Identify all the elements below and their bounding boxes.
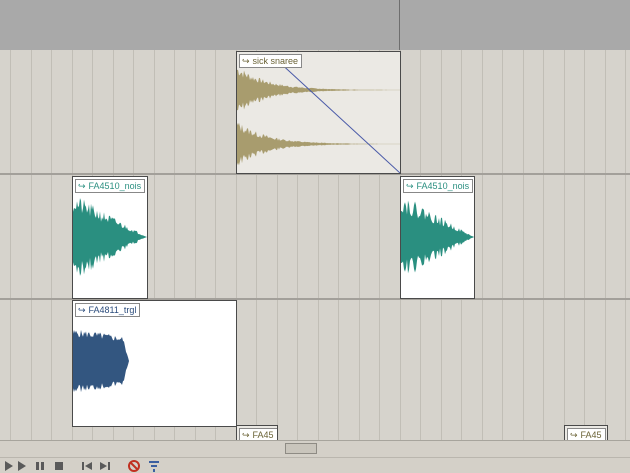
scrollbar-thumb[interactable] [285, 443, 317, 454]
bar-marker [399, 0, 400, 50]
audio-clip-trgl[interactable]: ↪ FA4811_trgl [72, 300, 237, 427]
grid-line [10, 50, 11, 440]
grid-line [482, 50, 483, 440]
forward-end-icon [100, 462, 110, 470]
loop-arrow-icon: ↪ [570, 430, 578, 440]
grid-line [605, 50, 606, 440]
horizontal-scrollbar[interactable] [0, 440, 630, 457]
pause-button[interactable] [33, 459, 47, 473]
timeline-ruler[interactable] [0, 0, 630, 51]
stop-button[interactable] [52, 459, 66, 473]
waveform [73, 198, 147, 276]
clip-name: ↪ FA4510_nois [75, 179, 146, 193]
rewind-to-start-button[interactable] [80, 459, 94, 473]
grid-line [564, 50, 565, 440]
record-button[interactable] [127, 459, 141, 473]
loop-arrow-icon: ↪ [242, 430, 250, 440]
play-icon [18, 461, 26, 471]
loop-arrow-icon: ↪ [78, 181, 86, 191]
grid-line [543, 50, 544, 440]
grid-line [31, 50, 32, 440]
stop-icon [55, 462, 63, 470]
clip-name: ↪ FA4811_trgl [75, 303, 141, 317]
clip-name: ↪ FA4510_nois [403, 179, 474, 193]
audio-clip-nois[interactable]: ↪ FA4510_nois [72, 176, 148, 299]
audio-clip-partial[interactable]: ↪ FA45 [236, 425, 278, 440]
grid-line [584, 50, 585, 440]
clip-name: ↪ sick snaree [239, 54, 303, 68]
loop-arrow-icon: ↪ [242, 56, 250, 66]
waveform [73, 329, 129, 393]
forward-to-end-button[interactable] [98, 459, 112, 473]
pause-icon [36, 462, 44, 470]
record-disabled-icon [128, 460, 140, 472]
settings-icon [149, 461, 159, 472]
transport-bar [0, 457, 630, 473]
play-from-start-button[interactable] [2, 459, 16, 473]
waveform [401, 200, 474, 274]
grid-line [502, 50, 503, 440]
loop-arrow-icon: ↪ [406, 181, 414, 191]
waveform [237, 59, 400, 173]
clip-name: ↪ FA45 [567, 428, 606, 440]
grid-line [51, 50, 52, 440]
grid-line [625, 50, 626, 440]
audio-clip-partial[interactable]: ↪ FA45 [564, 425, 608, 440]
clip-name: ↪ FA45 [239, 428, 277, 440]
play-button[interactable] [15, 459, 29, 473]
arrange-window: ↪ sick snaree ↪ FA4510_nois ↪ FA4510_nois [0, 0, 630, 473]
loop-arrow-icon: ↪ [78, 305, 86, 315]
play-icon [5, 461, 13, 471]
grid-line [523, 50, 524, 440]
rewind-start-icon [82, 462, 92, 470]
audio-clip-nois[interactable]: ↪ FA4510_nois [400, 176, 475, 299]
arrange-grid[interactable]: ↪ sick snaree ↪ FA4510_nois ↪ FA4510_nois [0, 50, 630, 440]
audio-clip-snare[interactable]: ↪ sick snaree [236, 51, 401, 174]
settings-button[interactable] [147, 459, 161, 473]
